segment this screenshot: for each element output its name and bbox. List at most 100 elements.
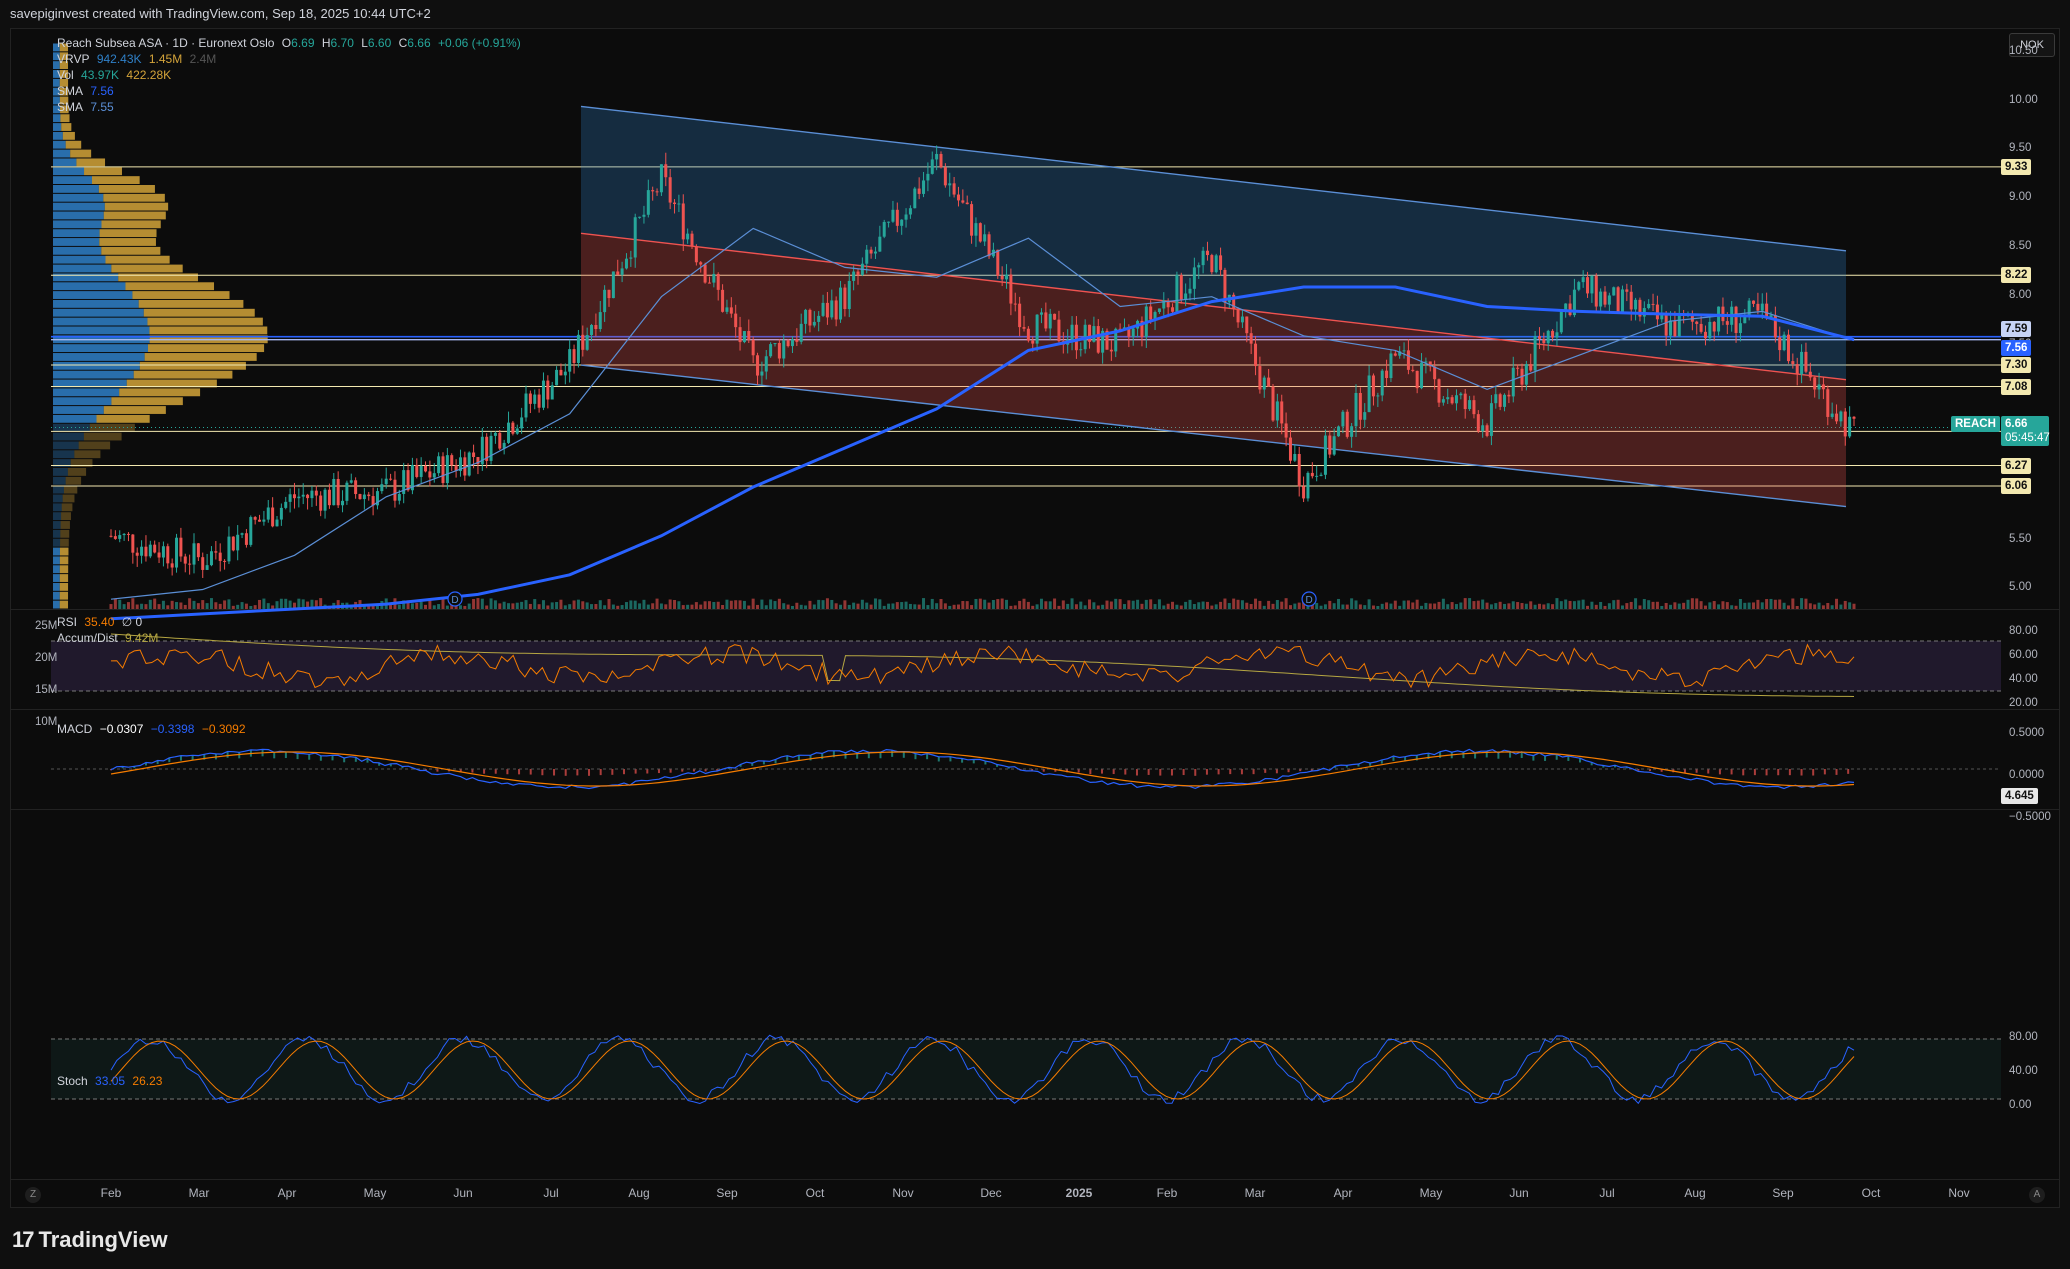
volume-bar: [1411, 602, 1415, 609]
candle-body: [651, 190, 655, 192]
candle-body: [1057, 319, 1061, 342]
volume-bar: [1577, 600, 1581, 609]
volume-bar: [808, 600, 812, 609]
macd-hist-bar: [821, 753, 824, 760]
candle-body: [345, 482, 349, 501]
volume-bar: [659, 603, 663, 609]
volume-bar: [777, 598, 781, 609]
ohlc-open: 6.69: [291, 36, 315, 50]
candle-body: [1074, 324, 1078, 351]
candle-body: [830, 300, 834, 318]
volume-bar: [1695, 598, 1699, 609]
volume-bar: [773, 601, 777, 609]
vp-row-down: [139, 361, 246, 370]
candle-body: [1760, 303, 1764, 311]
volume-bar: [1524, 603, 1528, 609]
vp-row-down: [59, 565, 69, 574]
volume-bar: [847, 604, 851, 609]
volume-bar: [790, 605, 794, 609]
vp-row-up: [53, 574, 60, 582]
candle-body: [1498, 394, 1502, 407]
volume-bar: [419, 601, 423, 609]
level-tag: 8.22: [2001, 267, 2032, 284]
candle-body: [1005, 274, 1009, 280]
volume-bar: [943, 603, 947, 609]
candle-body: [922, 180, 926, 194]
volume-bar: [1551, 604, 1555, 609]
vp-row-down: [59, 600, 69, 609]
accum-value: 9.42M: [125, 631, 159, 645]
candle-body: [1577, 282, 1581, 290]
vrvp-down: 1.45M: [148, 52, 183, 66]
macd-legend[interactable]: MACD −0.0307 −0.3398 −0.3092: [57, 721, 250, 737]
candle-body: [161, 546, 165, 558]
tradingview-logo[interactable]: 17 TradingView: [12, 1226, 168, 1254]
candle-body: [428, 471, 432, 478]
volume-bar: [795, 602, 799, 609]
zoom-z-button[interactable]: Z: [25, 1187, 41, 1203]
candle-body: [1516, 367, 1520, 369]
candle-body: [930, 159, 934, 174]
volume-bar: [1136, 599, 1140, 609]
volume-bar: [258, 599, 262, 609]
rsi-legend[interactable]: RSI 35.40 ∅ 0: [57, 614, 146, 630]
vp-row-up: [53, 202, 105, 211]
candle-body: [332, 478, 336, 506]
candle-body: [764, 356, 768, 372]
volume-bar: [782, 603, 786, 609]
vp-row-up: [53, 441, 79, 450]
macd-hist-bar: [296, 753, 299, 760]
candle-body: [804, 309, 808, 324]
vp-row-down: [60, 529, 70, 538]
volume-bar: [113, 598, 117, 609]
candle-body: [1249, 333, 1253, 344]
sma2-legend[interactable]: SMA 7.55: [57, 99, 118, 115]
macd-hist-bar: [1730, 769, 1733, 775]
macd-hist-bar: [611, 769, 614, 775]
price-tick: 9.00: [2009, 191, 2032, 204]
auto-scale-button[interactable]: A: [2029, 1187, 2045, 1203]
volume-legend[interactable]: Vol 43.97K 422.28K: [57, 67, 175, 83]
vrvp-legend[interactable]: VRVP 942.43K 1.45M 2.4M: [57, 51, 220, 67]
accum-legend[interactable]: Accum/Dist 9.42M: [57, 630, 162, 646]
vp-row-up: [53, 503, 62, 512]
candle-body: [144, 546, 148, 557]
volume-bar: [1122, 604, 1126, 609]
candle-body: [175, 537, 179, 568]
candle-body: [437, 456, 441, 474]
volume-bar: [1437, 601, 1441, 609]
volume-bar: [1804, 598, 1808, 609]
volume-bar: [1494, 603, 1498, 609]
vp-row-down: [78, 441, 111, 450]
candle-body: [664, 164, 668, 178]
vp-row-up: [53, 158, 77, 167]
volume-bar: [201, 600, 205, 609]
vp-row-up: [53, 176, 93, 184]
volume-bar: [126, 602, 130, 609]
volume-bar: [1328, 600, 1332, 609]
volume-bar: [1612, 600, 1616, 609]
chart-canvas[interactable]: DD: [11, 29, 2059, 1207]
vp-row-down: [89, 423, 135, 432]
chart-frame[interactable]: DD Reach Subsea ASA · 1D · Euronext Oslo…: [10, 28, 2060, 1208]
candle-body: [288, 494, 292, 502]
candle-body: [196, 543, 200, 558]
candle-body: [729, 307, 733, 314]
volume-bar: [590, 604, 594, 609]
vp-row-down: [96, 414, 150, 423]
candle-body: [415, 464, 419, 477]
stoch-legend[interactable]: Stoch 33.05 26.23: [57, 1073, 166, 1089]
candle-body: [140, 546, 144, 556]
volume-bar: [1184, 601, 1188, 609]
volume-bar: [1459, 602, 1463, 609]
candle-body: [258, 519, 262, 522]
candle-body: [1669, 320, 1673, 336]
sma1-legend[interactable]: SMA 7.56: [57, 83, 118, 99]
volume-bar: [917, 604, 921, 609]
candle-body: [773, 342, 777, 345]
volume-bar: [1240, 600, 1244, 609]
candle-body: [1022, 327, 1026, 329]
volume-bar: [1376, 605, 1380, 609]
volume-bar: [1293, 603, 1297, 609]
volume-bar: [1607, 603, 1611, 609]
